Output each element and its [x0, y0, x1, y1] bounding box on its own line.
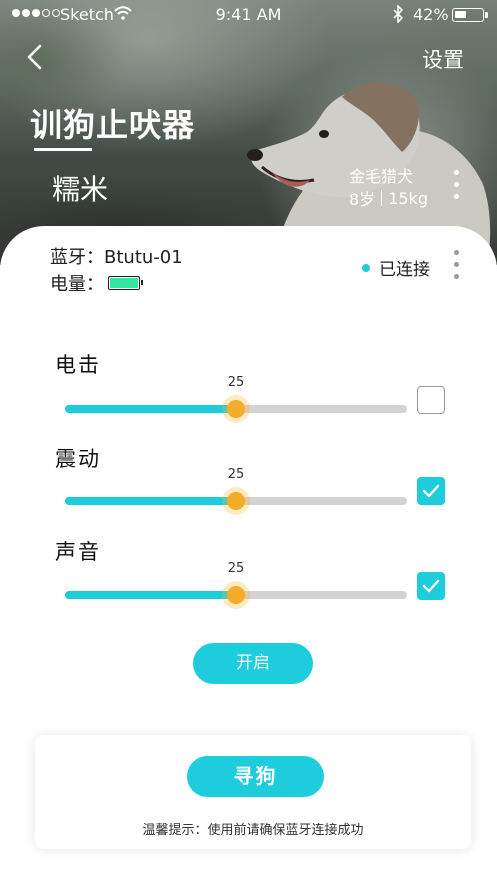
- power-row: 电量：: [50, 270, 143, 296]
- battery-level: [110, 278, 138, 288]
- status-bar: Sketch 9:41 AM 42%: [0, 0, 497, 30]
- back-chevron-icon[interactable]: [22, 42, 52, 72]
- stats-divider: [381, 190, 383, 206]
- bluetooth-device-label: 蓝牙：Btutu-01: [50, 247, 183, 268]
- dog-weight: 15kg: [388, 188, 428, 208]
- more-dot: [453, 194, 459, 199]
- status-battery-level: [455, 11, 466, 18]
- connection-status-label: 已连接: [379, 260, 430, 280]
- connection-status: 已连接: [362, 255, 430, 280]
- dog-breed: 金毛猎犬: [349, 167, 414, 186]
- vibration-slider-fill: [65, 497, 236, 505]
- sound-slider-fill: [65, 591, 236, 599]
- connected-dot-icon: [362, 263, 370, 272]
- shock-slider-thumb[interactable]: [222, 395, 250, 423]
- vibration-slider-thumb[interactable]: [222, 487, 250, 515]
- sound-label: 声音: [55, 540, 101, 564]
- page-title: 训狗止吠器: [30, 106, 196, 144]
- vibration-value: 25: [227, 467, 245, 482]
- sound-checkbox[interactable]: [417, 572, 445, 600]
- battery-nub: [141, 280, 143, 285]
- dog-age: 8岁: [349, 190, 376, 209]
- dog-stats: 8岁 15kg: [349, 186, 428, 210]
- sound-value: 25: [227, 561, 245, 576]
- find-dog-button[interactable]: 寻狗: [187, 756, 324, 797]
- tip-text: 温馨提示：使用前请确保蓝牙连接成功: [142, 823, 364, 838]
- more-dot: [453, 182, 459, 187]
- status-battery-nub: [485, 12, 488, 18]
- device-more-icon[interactable]: [449, 250, 463, 284]
- power-label: 电量：: [50, 274, 104, 295]
- vibration-checkbox[interactable]: [417, 477, 445, 505]
- more-dot: [453, 250, 459, 255]
- shock-label: 电击: [55, 353, 101, 377]
- shock-slider-fill: [65, 405, 236, 413]
- shock-value: 25: [227, 375, 245, 390]
- battery-icon: [108, 276, 143, 290]
- shock-checkbox[interactable]: [417, 386, 445, 414]
- status-battery-icon: [452, 8, 488, 22]
- settings-button[interactable]: 设置: [422, 44, 464, 74]
- start-button[interactable]: 开启: [193, 643, 313, 684]
- dog-more-icon[interactable]: [449, 170, 463, 206]
- battery-percent: 42%: [413, 5, 449, 24]
- more-dot: [453, 274, 459, 279]
- title-underline: [34, 148, 92, 151]
- more-dot: [453, 262, 459, 267]
- checkmark-icon: [422, 484, 440, 498]
- dog-name: 糯米: [52, 173, 109, 206]
- sound-slider-thumb[interactable]: [222, 581, 250, 609]
- more-dot: [453, 170, 459, 175]
- bluetooth-icon: [393, 5, 404, 23]
- checkmark-icon: [422, 579, 440, 593]
- vibration-label: 震动: [55, 447, 101, 471]
